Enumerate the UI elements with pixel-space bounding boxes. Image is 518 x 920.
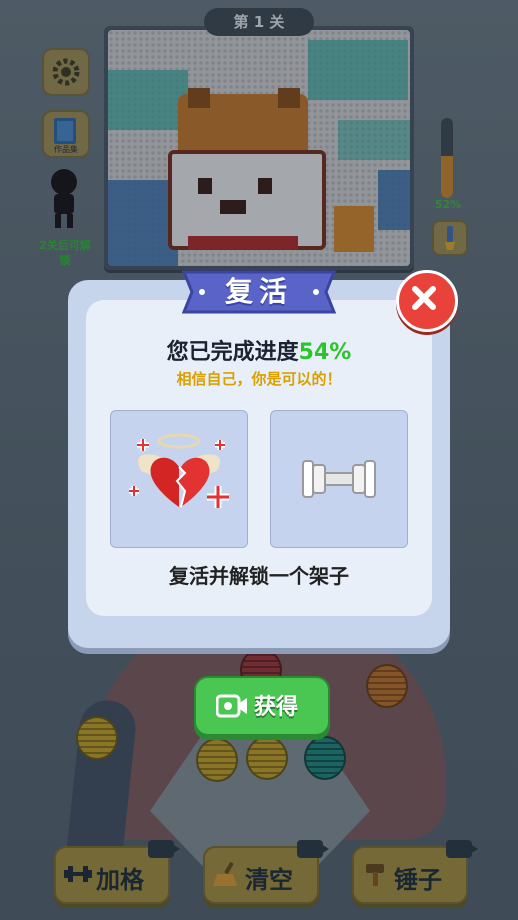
revive-reward-card <box>110 410 248 548</box>
progress-value: 54% <box>298 340 352 365</box>
shelf-icon <box>302 460 376 498</box>
video-camera-icon <box>216 694 247 718</box>
encourage-text: 相信自己，你是可以的！ <box>176 370 342 388</box>
broken-heart-icon <box>129 433 229 508</box>
get-reward-label: 获得 <box>254 695 299 720</box>
get-reward-button[interactable]: 获得 <box>194 676 330 736</box>
progress-prefix: 您已完成进度 <box>166 340 299 365</box>
completion-progress: 您已完成进度54% <box>86 334 432 366</box>
shelf-reward-card <box>270 410 408 548</box>
revive-description: 复活并解锁一个架子 <box>169 564 349 588</box>
dialog-title: 复活 <box>224 275 293 308</box>
close-button[interactable] <box>396 270 458 332</box>
close-icon <box>412 286 436 310</box>
